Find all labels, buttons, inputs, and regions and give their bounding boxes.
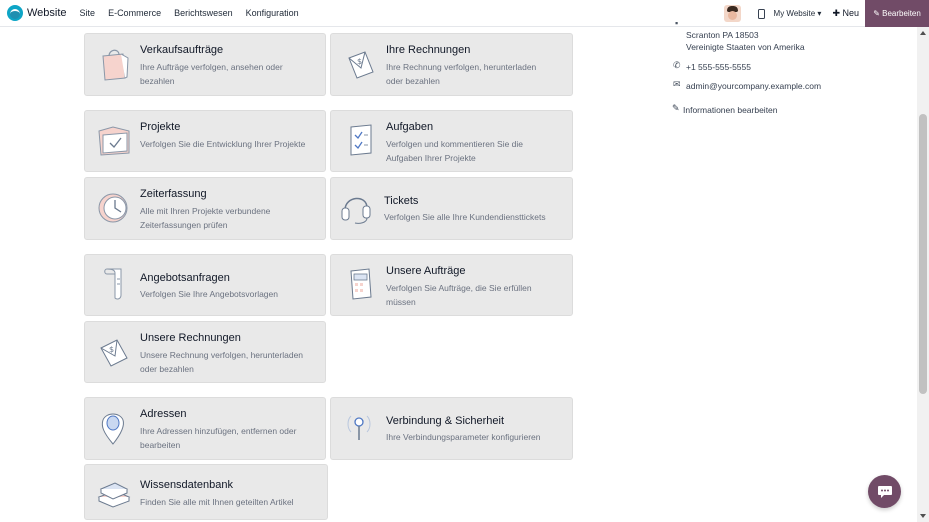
mobile-preview-icon[interactable] [757, 8, 765, 19]
scroll-icon [104, 268, 122, 300]
card-title: Zeiterfassung [140, 188, 207, 200]
envelope-icon: ✉ [673, 79, 681, 89]
key-icon [347, 415, 371, 440]
card-title: Projekte [140, 121, 181, 133]
user-avatar[interactable] [723, 5, 741, 22]
phone-number: +1 555-555-5555 [686, 62, 751, 72]
task-icon [350, 124, 372, 156]
address-line-2: Vereinigte Staaten von Amerika [686, 42, 805, 52]
svg-text:$: $ [109, 345, 114, 354]
card-description: Verfolgen Sie Ihre Angebotsvorlagen [140, 289, 278, 299]
address-line-1: Scranton PA 18503 [686, 30, 759, 40]
card-title: Aufgaben [386, 121, 434, 133]
card-title: Ihre Rechnungen [386, 44, 471, 56]
portal-card-invoices[interactable]: $ Ihre Rechnungen Ihre Rechnung verfolge… [330, 33, 573, 96]
livechat-button[interactable] [868, 475, 901, 508]
address-marker-icon: ▪ [675, 18, 679, 28]
card-title: Unsere Aufträge [386, 265, 466, 277]
phone-icon: ✆ [673, 60, 681, 70]
card-description: Alle mit Ihren Projekte verbundene Zeite… [140, 206, 271, 230]
edit-information-link[interactable]: Informationen bearbeiten [683, 105, 778, 115]
card-title: Tickets [384, 195, 419, 207]
portal-card-quotations[interactable]: Angebotsanfragen Verfolgen Sie Ihre Ange… [84, 254, 326, 316]
new-button[interactable]: ✚ Neu [832, 8, 859, 19]
scroll-down-icon[interactable] [920, 514, 926, 518]
portal-card-our-orders[interactable]: Unsere Aufträge Verfolgen Sie Aufträge, … [330, 254, 573, 316]
top-navbar: Website Site E-Commerce Berichtswesen Ko… [0, 0, 929, 27]
portal-card-sales-orders[interactable]: Verkaufsaufträge Ihre Aufträge verfolgen… [84, 33, 326, 96]
books-icon [97, 482, 131, 508]
card-description: Unsere Rechnung verfolgen, herunterladen… [140, 350, 304, 374]
shopping-bag-icon [102, 49, 129, 81]
map-pin-icon [101, 413, 124, 445]
toolbar-right: My Website ▾ ✚ Neu ✎ Bearbeiten [723, 0, 929, 27]
envelope-invoice-icon: $ [100, 339, 128, 367]
card-title: Verbindung & Sicherheit [386, 415, 505, 427]
portal-card-our-invoices[interactable]: $ Unsere Rechnungen Unsere Rechnung verf… [84, 321, 326, 383]
folder-icon [98, 126, 130, 156]
card-title: Adressen [140, 408, 187, 420]
portal-card-tickets[interactable]: Tickets Verfolgen Sie alle Ihre Kundendi… [330, 177, 573, 240]
headset-icon [341, 197, 371, 224]
portal-card-tasks[interactable]: Aufgaben Verfolgen und kommentieren Sie … [330, 110, 573, 172]
card-title: Angebotsanfragen [140, 272, 230, 284]
menu-configuration[interactable]: Konfiguration [246, 8, 299, 18]
card-description: Ihre Adressen hinzufügen, entfernen oder… [140, 426, 297, 450]
portal-card-projects[interactable]: Projekte Verfolgen Sie die Entwicklung I… [84, 110, 326, 172]
card-description: Ihre Aufträge verfolgen, ansehen oder be… [140, 62, 283, 86]
chat-bubble-icon [877, 485, 892, 498]
portal-card-security[interactable]: Verbindung & Sicherheit Ihre Verbindungs… [330, 397, 573, 460]
card-description: Verfolgen und kommentieren Sie die Aufga… [386, 139, 524, 163]
menu-ecommerce[interactable]: E-Commerce [108, 8, 161, 18]
invoice-icon: $ [348, 51, 374, 79]
pencil-icon: ✎ [672, 103, 680, 113]
scrollbar-thumb[interactable] [919, 114, 927, 394]
card-title: Wissensdatenbank [140, 479, 233, 491]
brand-name: Website [27, 7, 67, 19]
card-description: Ihre Verbindungsparameter konfigurieren [386, 432, 541, 442]
main-menu: Site E-Commerce Berichtswesen Konfigurat… [80, 8, 312, 18]
portal-card-addresses[interactable]: Adressen Ihre Adressen hinzufügen, entfe… [84, 397, 326, 460]
calculator-icon [350, 268, 372, 300]
brand[interactable]: Website [7, 5, 67, 21]
website-logo-icon [7, 5, 23, 21]
card-title: Verkaufsaufträge [140, 44, 224, 56]
scroll-up-icon[interactable] [920, 31, 926, 35]
portal-card-knowledge[interactable]: Wissensdatenbank Finden Sie alle mit Ihn… [84, 464, 328, 520]
card-description: Finden Sie alle mit Ihnen geteilten Arti… [140, 497, 294, 507]
card-description: Ihre Rechnung verfolgen, herunterladen o… [386, 62, 537, 86]
portal-card-timesheets[interactable]: Zeiterfassung Alle mit Ihren Projekte ve… [84, 177, 326, 240]
svg-text:$: $ [357, 57, 362, 66]
card-title: Unsere Rechnungen [140, 332, 241, 344]
page-scrollbar[interactable] [917, 27, 929, 522]
menu-site[interactable]: Site [80, 8, 96, 18]
email-address: admin@yourcompany.example.com [686, 81, 822, 91]
card-description: Verfolgen Sie die Entwicklung Ihrer Proj… [140, 139, 306, 149]
menu-reporting[interactable]: Berichtswesen [174, 8, 233, 18]
website-switcher[interactable]: My Website ▾ [774, 9, 822, 18]
card-description: Verfolgen Sie Aufträge, die Sie erfüllen… [386, 283, 532, 307]
card-description: Verfolgen Sie alle Ihre Kundendiensttick… [384, 212, 546, 222]
edit-button[interactable]: ✎ Bearbeiten [865, 0, 929, 27]
clock-icon [98, 193, 128, 223]
